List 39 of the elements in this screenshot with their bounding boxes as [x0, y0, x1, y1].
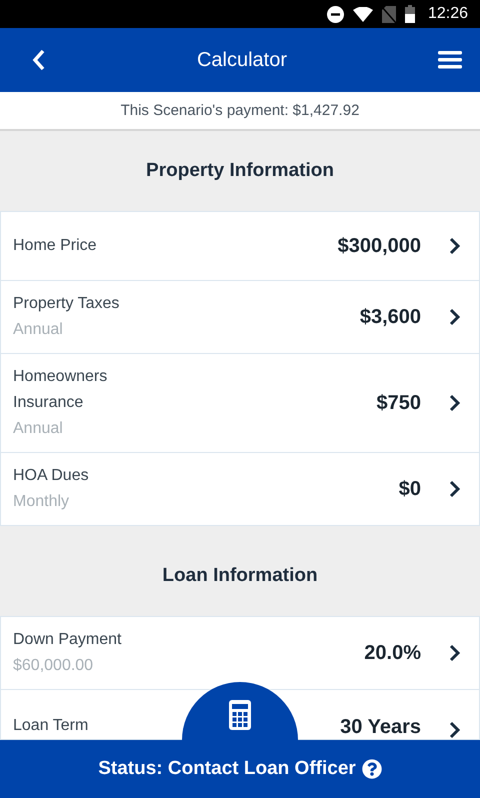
chevron-right-icon: [449, 394, 461, 412]
clock-time: 12:26: [428, 5, 468, 23]
field-value: 20.0%: [364, 642, 421, 664]
field-label: Homeowners Insurance: [13, 367, 108, 413]
field-row[interactable]: Homeowners Insurance Annual $750: [0, 354, 480, 453]
chevron-right-icon: [449, 308, 461, 326]
field-label: HOA Dues: [13, 466, 90, 486]
field-subtext: $60,000.00: [13, 656, 94, 676]
field-row[interactable]: Property Taxes Annual $3,600: [0, 281, 480, 354]
field-label: Home Price: [13, 236, 98, 256]
section-title: Property Information: [146, 160, 334, 182]
help-icon[interactable]: [362, 759, 382, 779]
section-title: Loan Information: [162, 565, 318, 587]
field-value: $750: [376, 392, 421, 414]
field-label: Down Payment: [13, 630, 122, 650]
field-value: 30 Years: [340, 716, 421, 739]
field-subtext: Annual: [13, 419, 64, 439]
chevron-right-icon: [449, 480, 461, 498]
field-value: $3,600: [360, 306, 421, 328]
chevron-right-icon: [449, 644, 461, 662]
payment-text: This Scenario's payment: $1,427.92: [120, 102, 360, 119]
field-value: $300,000: [338, 234, 421, 258]
screen-title: Calculator: [196, 48, 288, 72]
field-row[interactable]: Home Price $300,000: [0, 211, 480, 281]
field-label: Loan Term: [13, 716, 90, 736]
field-row[interactable]: HOA Dues Monthly $0: [0, 453, 480, 526]
wifi-icon: [352, 6, 373, 22]
status-text: Status: Contact Loan Officer: [98, 758, 356, 780]
field-row[interactable]: Down Payment $60,000.00 20.0%: [0, 616, 480, 690]
battery-icon: [404, 5, 415, 23]
do-not-disturb-icon: [326, 6, 344, 22]
chevron-right-icon: [449, 237, 461, 255]
no-sim-icon: [382, 6, 396, 22]
field-label: Property Taxes: [13, 294, 120, 314]
chevron-right-icon: [449, 721, 461, 739]
field-subtext: Annual: [13, 320, 64, 340]
field-value: $0: [398, 478, 421, 500]
calculator-icon: [229, 700, 251, 730]
field-subtext: Monthly: [13, 492, 70, 512]
